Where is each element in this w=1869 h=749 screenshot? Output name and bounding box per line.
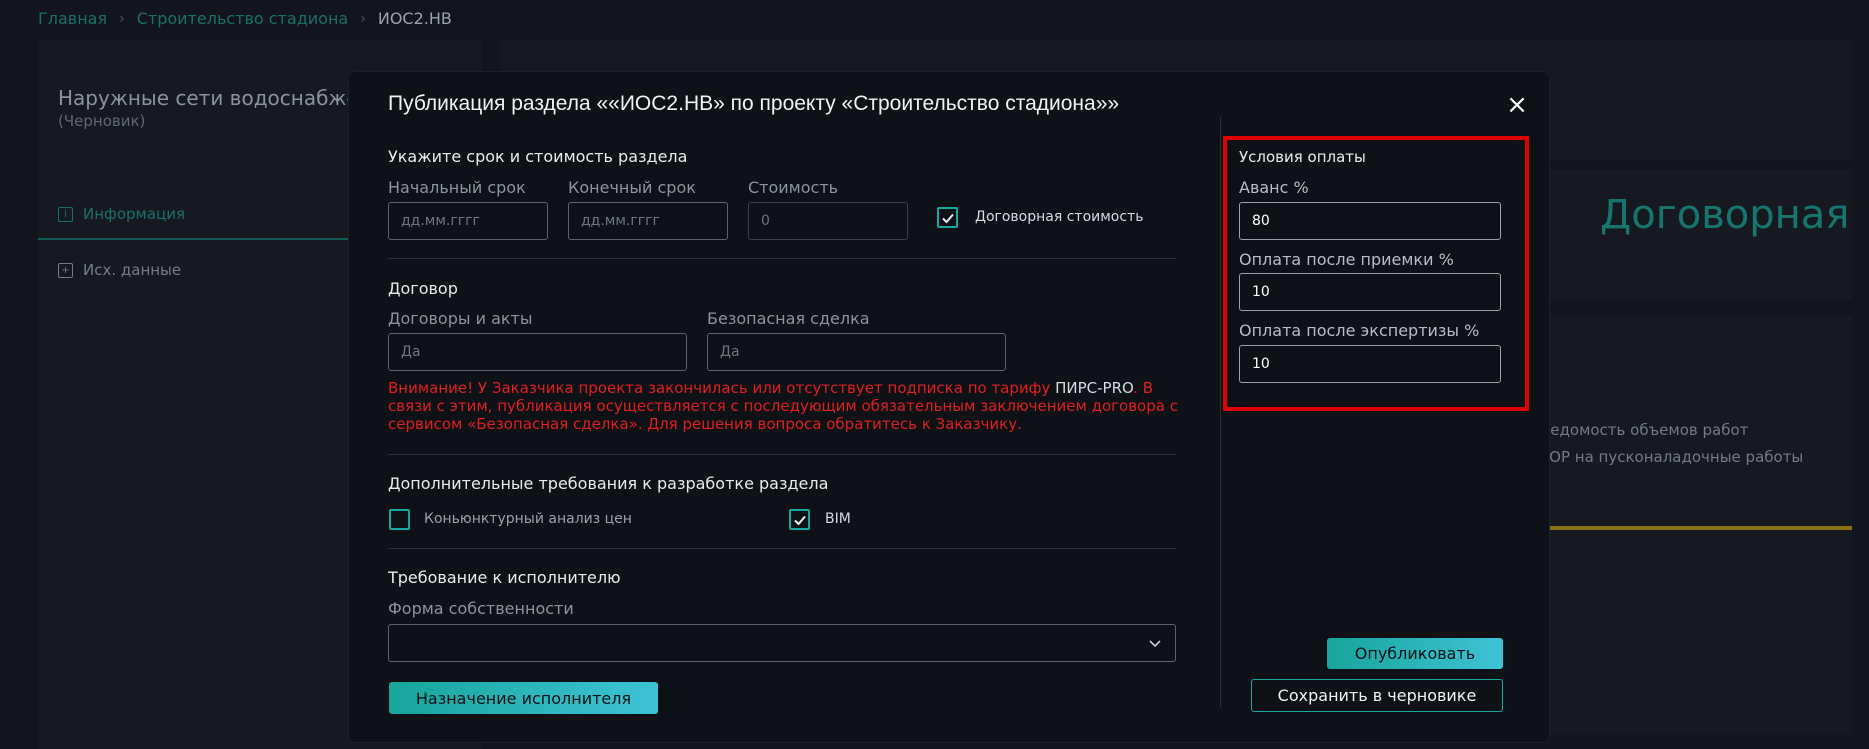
assign-executor-button[interactable]: Назначение исполнителя [389,682,658,714]
background-doc-item: Ведомость объемов работ [1540,421,1749,439]
close-icon[interactable]: × [1504,92,1530,118]
term-section-heading: Укажите срок и стоимость раздела [388,147,688,166]
vertical-divider [1220,117,1221,707]
breadcrumb-separator: › [119,10,125,27]
payment-terms-heading: Условия оплаты [1239,148,1366,166]
safe-deal-input[interactable] [707,333,1006,371]
market-analysis-checkbox[interactable] [389,509,410,530]
ownership-form-select[interactable] [388,624,1176,662]
safe-deal-label: Безопасная сделка [707,309,870,328]
advance-input[interactable] [1239,202,1501,240]
ownership-form-label: Форма собственности [388,599,574,618]
negotiable-cost-checkbox[interactable] [937,207,958,228]
breadcrumb-home-link[interactable]: Главная [38,9,107,28]
extra-requirements-heading: Дополнительные требования к разработке р… [388,474,829,493]
background-section-status: (Черновик) [58,112,146,130]
start-date-input[interactable] [388,202,548,240]
background-section-title: Наружные сети водоснабжения [58,86,397,110]
background-tab-info-label: Информация [83,205,186,223]
bim-checkbox[interactable] [789,509,810,530]
acceptance-payment-label: Оплата после приемки % [1239,250,1454,269]
negotiable-cost-label: Договорная стоимость [975,209,1144,225]
bim-label: BIM [825,511,851,527]
plus-box-icon: + [58,262,73,278]
publish-button[interactable]: Опубликовать [1327,638,1503,669]
contract-section-heading: Договор [388,279,458,298]
contracts-acts-input[interactable] [388,333,687,371]
divider [388,548,1176,549]
cost-label: Стоимость [748,178,839,197]
acceptance-payment-input[interactable] [1239,273,1501,311]
background-progress-bar [1540,526,1852,530]
background-tab-source-label: Исх. данные [83,261,182,279]
market-analysis-label: Коньюнктурный анализ цен [424,511,632,527]
breadcrumb-separator: › [360,10,366,27]
end-date-input[interactable] [568,202,728,240]
end-date-label: Конечный срок [568,178,696,197]
background-doc-item: ТОР на пусконаладочные работы [1540,448,1804,466]
contracts-acts-label: Договоры и акты [388,309,533,328]
modal-title: Публикация раздела ««ИОС2.НВ» по проекту… [388,92,1120,115]
publish-modal: Публикация раздела ««ИОС2.НВ» по проекту… [349,72,1549,742]
cost-input[interactable] [748,202,908,240]
background-contract-price: Договорная [1600,192,1850,238]
subscription-warning: Внимание! У Заказчика проекта закончилас… [388,379,1178,433]
chevron-down-icon [1149,640,1161,648]
tariff-name: ПИРС-PRO [1055,379,1134,397]
background-price-panel: Договорная [1540,170,1852,300]
breadcrumb: Главная › Строительство стадиона › ИОС2.… [38,9,452,28]
breadcrumb-project-link[interactable]: Строительство стадиона [137,9,349,28]
divider [388,454,1176,455]
breadcrumb-current: ИОС2.НВ [377,9,452,28]
advance-label: Аванс % [1239,178,1309,197]
executor-section-heading: Требование к исполнителю [388,568,621,587]
start-date-label: Начальный срок [388,178,526,197]
background-documents-panel: Ведомость объемов работ ТОР на пусконала… [1540,315,1852,735]
warning-text: Внимание! У Заказчика проекта закончилас… [388,379,1056,397]
divider [388,258,1176,259]
expertise-payment-label: Оплата после экспертизы % [1239,321,1480,340]
save-draft-button[interactable]: Сохранить в черновике [1251,679,1503,712]
info-icon: i [58,206,73,222]
expertise-payment-input[interactable] [1239,345,1501,383]
checkmark-icon [793,515,806,525]
checkmark-icon [941,213,954,223]
